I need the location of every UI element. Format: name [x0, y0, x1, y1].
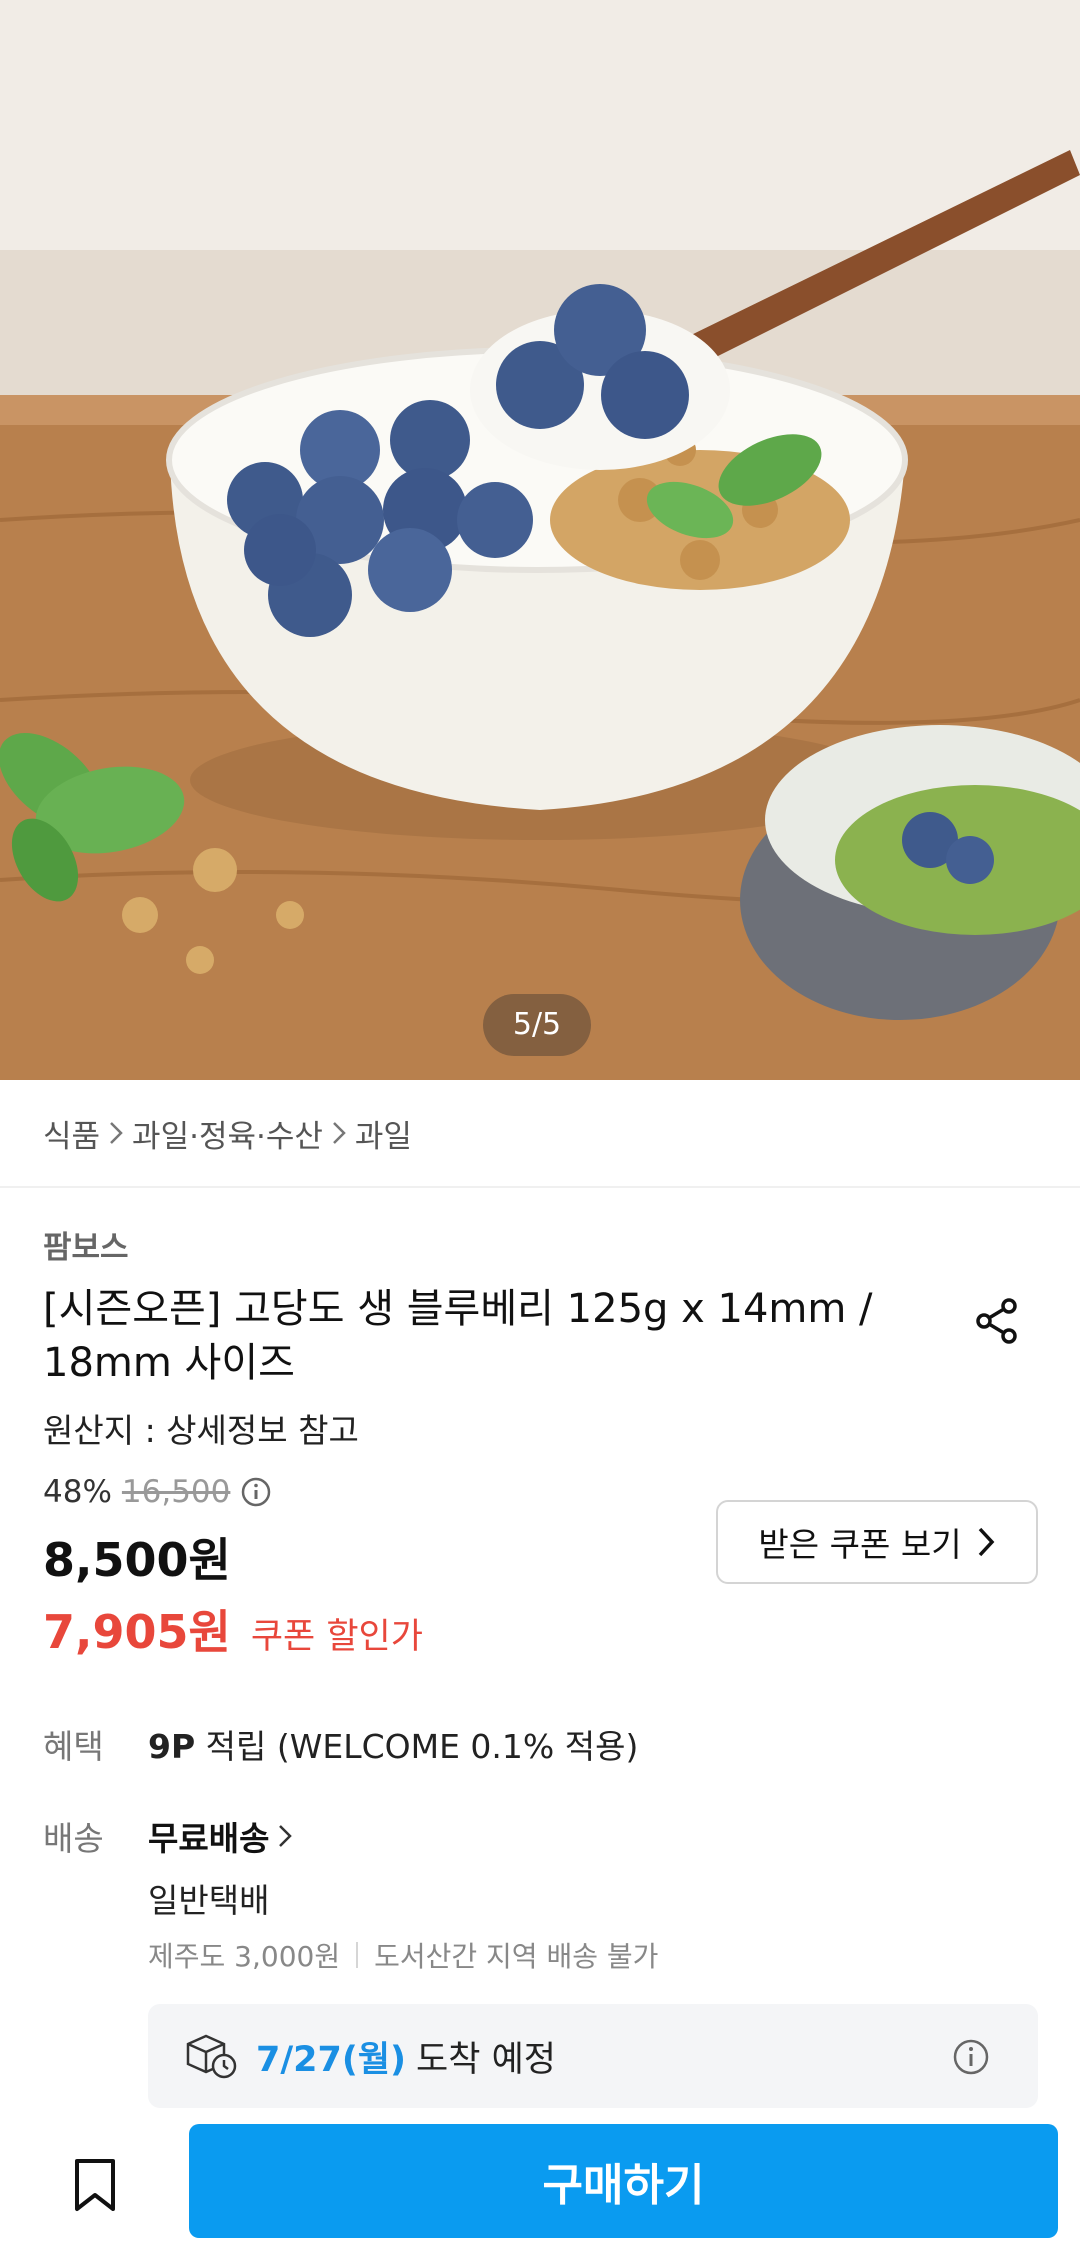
- island-shipping-note: 도서산간 지역 배송 불가: [374, 1940, 659, 1973]
- benefit-info: 9P 적립 (WELCOME 0.1% 적용): [148, 1720, 638, 1768]
- breadcrumb: 식품 과일·정육·수산 과일: [43, 1104, 412, 1162]
- sale-price: 8,500원: [43, 1533, 231, 1587]
- shipping-label: 배송: [43, 1819, 104, 1858]
- jeju-shipping-fee: 제주도 3,000원: [148, 1940, 341, 1973]
- benefit-text: 적립 (WELCOME 0.1% 적용): [195, 1727, 639, 1766]
- image-counter: 5/5: [483, 994, 591, 1056]
- product-image[interactable]: 5/5: [0, 0, 1080, 1080]
- discount-rate: 48%: [43, 1474, 112, 1510]
- chevron-right-icon: [331, 1120, 347, 1146]
- view-coupons-label: 받은 쿠폰 보기: [758, 1525, 962, 1564]
- info-icon[interactable]: [952, 2038, 990, 2076]
- separator: [356, 1942, 359, 1968]
- arrival-text: 도착 예정: [416, 2039, 556, 2080]
- free-shipping-link[interactable]: 무료배송: [148, 1812, 293, 1860]
- bookmark-icon: [75, 2159, 115, 2211]
- origin-info: 원산지 : 상세정보 참고: [43, 1411, 359, 1450]
- buy-button[interactable]: 구매하기: [189, 2124, 1058, 2238]
- discount-row: 48% 16,500: [43, 1474, 272, 1510]
- chevron-right-icon: [976, 1525, 996, 1559]
- arrival-estimate: 7/27(월) 도착 예정: [148, 2004, 1038, 2108]
- share-icon: [976, 1298, 1017, 1344]
- brand-name[interactable]: 팜보스: [43, 1222, 129, 1267]
- product-photo-illustration: [0, 0, 1080, 1080]
- chevron-right-icon: [108, 1120, 124, 1146]
- info-icon[interactable]: [240, 1476, 272, 1508]
- share-button[interactable]: [968, 1292, 1026, 1350]
- shipping-extra-info: 제주도 3,000원 도서산간 지역 배송 불가: [148, 1935, 658, 1975]
- benefit-label: 혜택: [43, 1727, 104, 1766]
- breadcrumb-item-fruit[interactable]: 과일: [355, 1111, 412, 1156]
- product-page: 5/5 식품 과일·정육·수산 과일 팜보스 [시즌오픈] 고당도 생 블루베리…: [0, 0, 1080, 2255]
- coupon-price-row: 7,905원 쿠폰 할인가: [43, 1596, 423, 1662]
- arrival-date: 7/27(월): [256, 2039, 407, 2080]
- delivery-box-icon: [184, 2032, 238, 2080]
- product-title: [시즌오픈] 고당도 생 블루베리 125g x 14mm / 18mm 사이즈: [43, 1286, 873, 1386]
- section-divider: [0, 1186, 1080, 1188]
- bookmark-button[interactable]: [60, 2150, 130, 2220]
- original-price: 16,500: [121, 1474, 231, 1510]
- coupon-price: 7,905원: [43, 1605, 231, 1659]
- benefit-points: 9P: [148, 1727, 196, 1766]
- coupon-price-label: 쿠폰 할인가: [250, 1617, 423, 1657]
- shipping-method: 일반택배: [148, 1881, 270, 1920]
- view-coupons-button[interactable]: 받은 쿠폰 보기: [716, 1500, 1038, 1584]
- breadcrumb-item-fruit-meat-seafood[interactable]: 과일·정육·수산: [132, 1111, 323, 1156]
- free-shipping-label: 무료배송: [148, 1819, 270, 1858]
- breadcrumb-item-food[interactable]: 식품: [43, 1111, 100, 1156]
- chevron-right-icon: [277, 1822, 293, 1850]
